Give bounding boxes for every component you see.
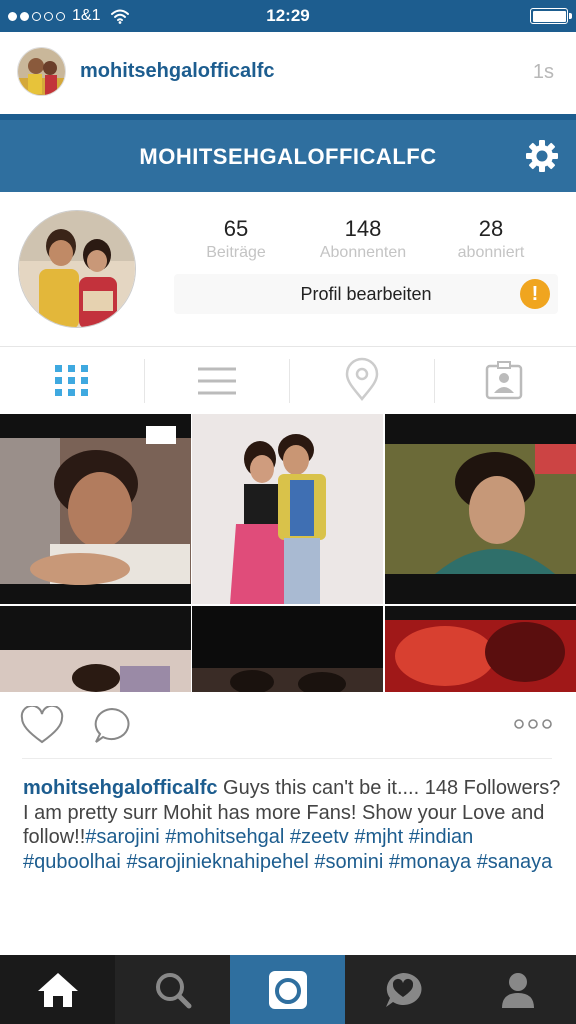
grid-photo[interactable] [0, 606, 191, 692]
embedded-nav-bar: MOHITSEHGALOFFICALFC [0, 120, 576, 192]
hashtag[interactable]: #somini [314, 851, 383, 873]
stat-followers[interactable]: 148 Abonnenten [303, 216, 423, 262]
status-bar: 1&1 12:29 [0, 0, 576, 32]
post-header: mohitsehgalofficalfc 1s [0, 32, 576, 114]
battery-icon [530, 8, 572, 24]
photo-grid [0, 414, 576, 692]
caption-username[interactable]: mohitsehgalofficalfc [23, 777, 217, 799]
hashtag[interactable]: #sarojini [85, 826, 159, 848]
stat-following[interactable]: 28 abonniert [431, 216, 551, 262]
home-icon[interactable] [0, 955, 115, 1024]
list-icon[interactable] [145, 347, 289, 415]
hashtag[interactable]: #mohitsehgal [165, 826, 284, 848]
hashtag[interactable]: #sanaya [477, 851, 553, 873]
post-image[interactable]: MOHITSEHGALOFFICALFC 65 Beiträge 148 Abo… [0, 114, 576, 692]
tagged-person-icon[interactable] [432, 347, 576, 415]
gear-icon[interactable] [524, 138, 560, 174]
warning-icon: ! [520, 279, 550, 309]
stat-label: Abonnenten [319, 244, 407, 261]
grid-photo[interactable] [385, 606, 576, 692]
hashtag[interactable]: #monaya [389, 851, 471, 873]
clock: 12:29 [266, 6, 310, 25]
hashtag[interactable]: #quboolhai [23, 851, 121, 873]
grid-icon[interactable] [0, 347, 144, 415]
grid-photo[interactable] [192, 606, 383, 692]
location-pin-icon[interactable] [290, 347, 434, 415]
hashtag[interactable]: #sarojinieknahipehel [126, 851, 308, 873]
profile-avatar [18, 210, 136, 328]
hashtag[interactable]: #indian [409, 826, 474, 848]
post-caption: mohitsehgalofficalfc Guys this can't be … [23, 776, 563, 874]
post-timestamp: 1s [532, 61, 554, 83]
profile-view-tabs [0, 346, 576, 414]
post-actions [0, 692, 576, 758]
grid-photo[interactable] [192, 414, 383, 604]
grid-photo[interactable] [385, 414, 576, 604]
stat-label: Beiträge [206, 244, 266, 261]
stat-value: 148 [344, 216, 382, 241]
profile-icon[interactable] [460, 955, 576, 1024]
hashtag[interactable]: #mjht [354, 826, 403, 848]
bottom-tab-bar [0, 955, 576, 1024]
more-dots-icon[interactable] [512, 716, 554, 732]
post-username[interactable]: mohitsehgalofficalfc [80, 60, 274, 83]
grid-photo[interactable] [0, 414, 191, 604]
camera-icon[interactable] [230, 955, 345, 1024]
divider [22, 758, 552, 759]
embedded-nav-title: MOHITSEHGALOFFICALFC [139, 144, 437, 169]
stat-value: 65 [223, 216, 249, 241]
stat-posts[interactable]: 65 Beiträge [176, 216, 296, 262]
heart-icon[interactable] [20, 704, 64, 746]
comment-icon[interactable] [92, 706, 132, 746]
avatar[interactable] [17, 47, 66, 96]
embedded-profile-section: 65 Beiträge 148 Abonnenten 28 abonniert … [0, 192, 576, 347]
activity-icon[interactable] [345, 955, 460, 1024]
edit-profile-label: Profil bearbeiten [300, 284, 432, 304]
hashtag[interactable]: #zeetv [290, 826, 349, 848]
search-icon[interactable] [115, 955, 230, 1024]
stat-label: abonniert [457, 244, 525, 261]
edit-profile-button[interactable]: Profil bearbeiten ! [174, 274, 558, 314]
stat-value: 28 [478, 216, 504, 241]
